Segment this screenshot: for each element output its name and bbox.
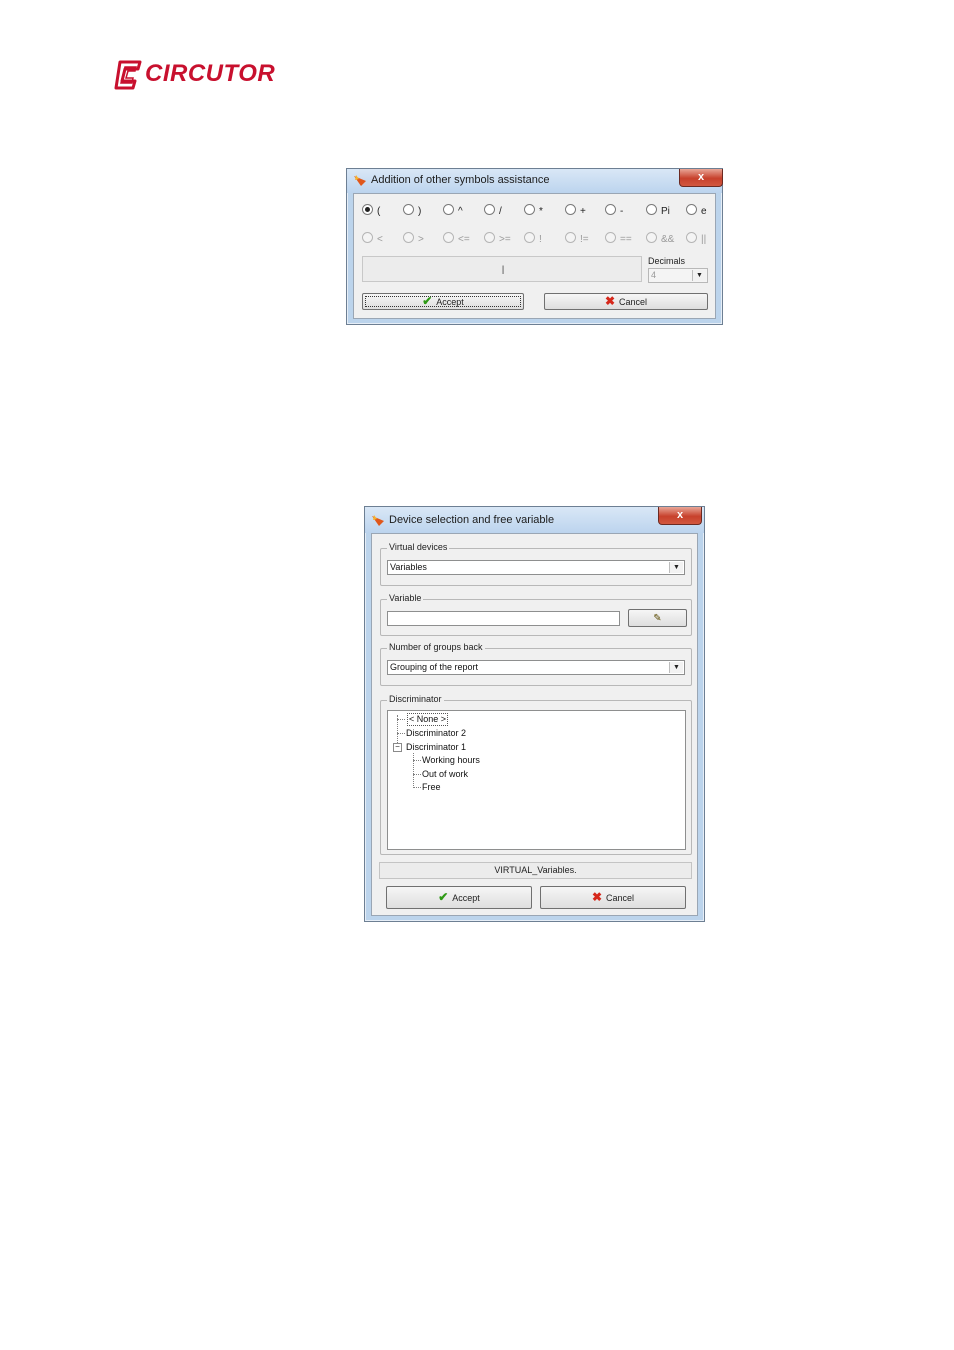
symbols-assistance-dialog: Addition of other symbols assistance x (…	[346, 168, 723, 325]
status-bar: VIRTUAL_Variables.	[379, 862, 692, 879]
tree-line	[413, 753, 414, 788]
dialog-client-area: ( ) ^ / * + - Pi e < > <= >= ! != == && …	[353, 193, 716, 319]
app-icon	[354, 175, 366, 186]
radio-e[interactable]: e	[686, 204, 707, 217]
tree-item-free[interactable]: Free	[422, 781, 441, 793]
close-button[interactable]: x	[658, 507, 702, 525]
virtual-devices-select[interactable]: Variables ▼	[387, 560, 685, 575]
tree-item-working-hours[interactable]: Working hours	[422, 754, 480, 766]
tree-item-out-of-work[interactable]: Out of work	[422, 768, 468, 780]
radio-dot	[686, 204, 697, 215]
radio-dot	[443, 204, 454, 215]
wand-icon: ✎	[653, 613, 662, 624]
dialog-title: Addition of other symbols assistance	[371, 174, 550, 186]
radio-close-paren[interactable]: )	[403, 204, 421, 217]
accept-button[interactable]: ✔ Accept	[362, 293, 524, 310]
radio-and[interactable]: &&	[646, 232, 674, 245]
radio-dot	[646, 204, 657, 215]
circutor-logo: CIRCUTOR	[112, 58, 292, 94]
radio-dot	[524, 204, 535, 215]
collapse-icon[interactable]: −	[393, 743, 402, 752]
chevron-down-icon: ▼	[669, 662, 683, 673]
variable-label: Variable	[387, 593, 424, 603]
radio-dot	[443, 232, 454, 243]
cross-icon: ✖	[604, 294, 616, 308]
tree-item-discriminator-2[interactable]: Discriminator 2	[406, 727, 466, 739]
chevron-down-icon: ▼	[669, 562, 683, 573]
radio-dot	[646, 232, 657, 243]
expression-field[interactable]: |	[362, 256, 642, 282]
discriminator-label: Discriminator	[387, 694, 444, 704]
radio-dot	[524, 232, 535, 243]
radio-dot	[686, 232, 697, 243]
radio-minus[interactable]: -	[605, 204, 623, 217]
radio-dot	[362, 204, 373, 215]
cross-icon: ✖	[591, 890, 603, 904]
radio-dot	[484, 232, 495, 243]
virtual-devices-label: Virtual devices	[387, 542, 450, 552]
variable-group: Variable ✎	[380, 593, 692, 636]
cancel-button[interactable]: ✖ Cancel	[540, 886, 686, 909]
groups-back-group: Number of groups back Grouping of the re…	[380, 642, 692, 686]
variable-input[interactable]	[387, 611, 620, 626]
radio-power[interactable]: ^	[443, 204, 463, 217]
radio-or[interactable]: ||	[686, 232, 706, 245]
radio-dot	[565, 232, 576, 243]
accept-button[interactable]: ✔ Accept	[386, 886, 532, 909]
radio-pi[interactable]: Pi	[646, 204, 670, 217]
radio-divide[interactable]: /	[484, 204, 502, 217]
radio-not-equal[interactable]: !=	[565, 232, 589, 245]
radio-dot	[484, 204, 495, 215]
decimals-label: Decimals	[648, 256, 686, 266]
radio-not[interactable]: !	[524, 232, 542, 245]
radio-greater-than[interactable]: >	[403, 232, 424, 245]
discriminator-group: Discriminator − < None > Discriminator 2…	[380, 694, 692, 855]
radio-multiply[interactable]: *	[524, 204, 543, 217]
tree-line	[413, 787, 421, 788]
variable-wizard-button[interactable]: ✎	[628, 609, 687, 627]
checkmark-icon: ✔	[422, 294, 433, 308]
radio-dot	[362, 232, 373, 243]
device-selection-dialog: Device selection and free variable x Vir…	[364, 506, 705, 922]
tree-line	[397, 719, 405, 720]
radio-greater-equal[interactable]: >=	[484, 232, 511, 245]
radio-open-paren[interactable]: (	[362, 204, 380, 217]
radio-equal[interactable]: ==	[605, 232, 632, 245]
radio-less-than[interactable]: <	[362, 232, 383, 245]
groups-back-label: Number of groups back	[387, 642, 485, 652]
groups-back-select[interactable]: Grouping of the report ▼	[387, 660, 685, 675]
radio-dot	[605, 232, 616, 243]
tree-line	[413, 774, 421, 775]
radio-plus[interactable]: +	[565, 204, 586, 217]
cancel-button[interactable]: ✖ Cancel	[544, 293, 708, 310]
radio-dot	[565, 204, 576, 215]
app-icon	[372, 515, 384, 526]
radio-dot	[403, 232, 414, 243]
dialog-titlebar: Device selection and free variable x	[365, 507, 704, 533]
tree-line	[413, 760, 421, 761]
checkmark-icon: ✔	[438, 890, 449, 904]
close-button[interactable]: x	[679, 169, 723, 187]
decimals-select[interactable]: 4 ▼	[648, 268, 708, 283]
dialog-title: Device selection and free variable	[389, 514, 555, 526]
tree-item-none[interactable]: < None >	[407, 713, 449, 726]
brand-name: CIRCUTOR	[145, 60, 276, 87]
dialog-titlebar: Addition of other symbols assistance x	[347, 169, 723, 193]
radio-dot	[403, 204, 414, 215]
tree-line	[397, 733, 405, 734]
virtual-devices-group: Virtual devices Variables ▼	[380, 542, 692, 586]
radio-dot	[605, 204, 616, 215]
discriminator-tree[interactable]: − < None > Discriminator 2 Discriminator…	[387, 710, 686, 850]
tree-item-discriminator-1[interactable]: Discriminator 1	[406, 741, 466, 753]
chevron-down-icon: ▼	[692, 270, 706, 281]
dialog-client-area: Virtual devices Variables ▼ Variable ✎ N…	[371, 533, 698, 916]
circutor-logo-mark	[114, 60, 142, 90]
radio-less-equal[interactable]: <=	[443, 232, 470, 245]
